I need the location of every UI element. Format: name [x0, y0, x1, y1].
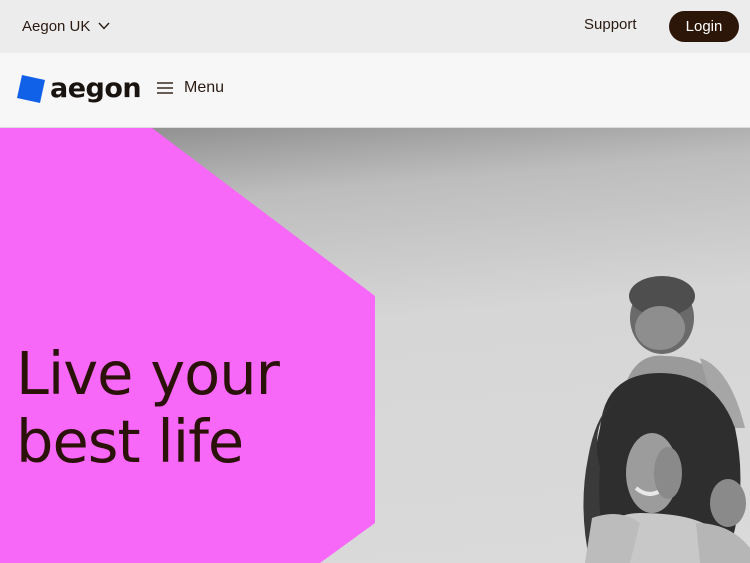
aegon-logo-mark-icon — [17, 74, 45, 103]
main-navbar: aegon Menu — [0, 53, 750, 128]
menu-label: Menu — [184, 79, 225, 96]
support-link[interactable]: Support — [584, 16, 637, 33]
region-label: Aegon UK — [22, 17, 91, 35]
chevron-down-icon — [98, 22, 110, 30]
hamburger-icon — [157, 82, 173, 94]
login-button[interactable]: Login — [669, 11, 739, 42]
region-selector[interactable]: Aegon UK — [22, 15, 110, 37]
menu-button[interactable]: Menu — [157, 79, 224, 97]
logo-wordmark: aegon — [50, 73, 142, 104]
aegon-logo[interactable]: aegon — [16, 73, 142, 104]
hero-heading: Live your best life — [16, 339, 280, 476]
utility-bar: Aegon UK Support Login — [0, 0, 750, 53]
hero-banner: Live your best life — [0, 128, 750, 563]
